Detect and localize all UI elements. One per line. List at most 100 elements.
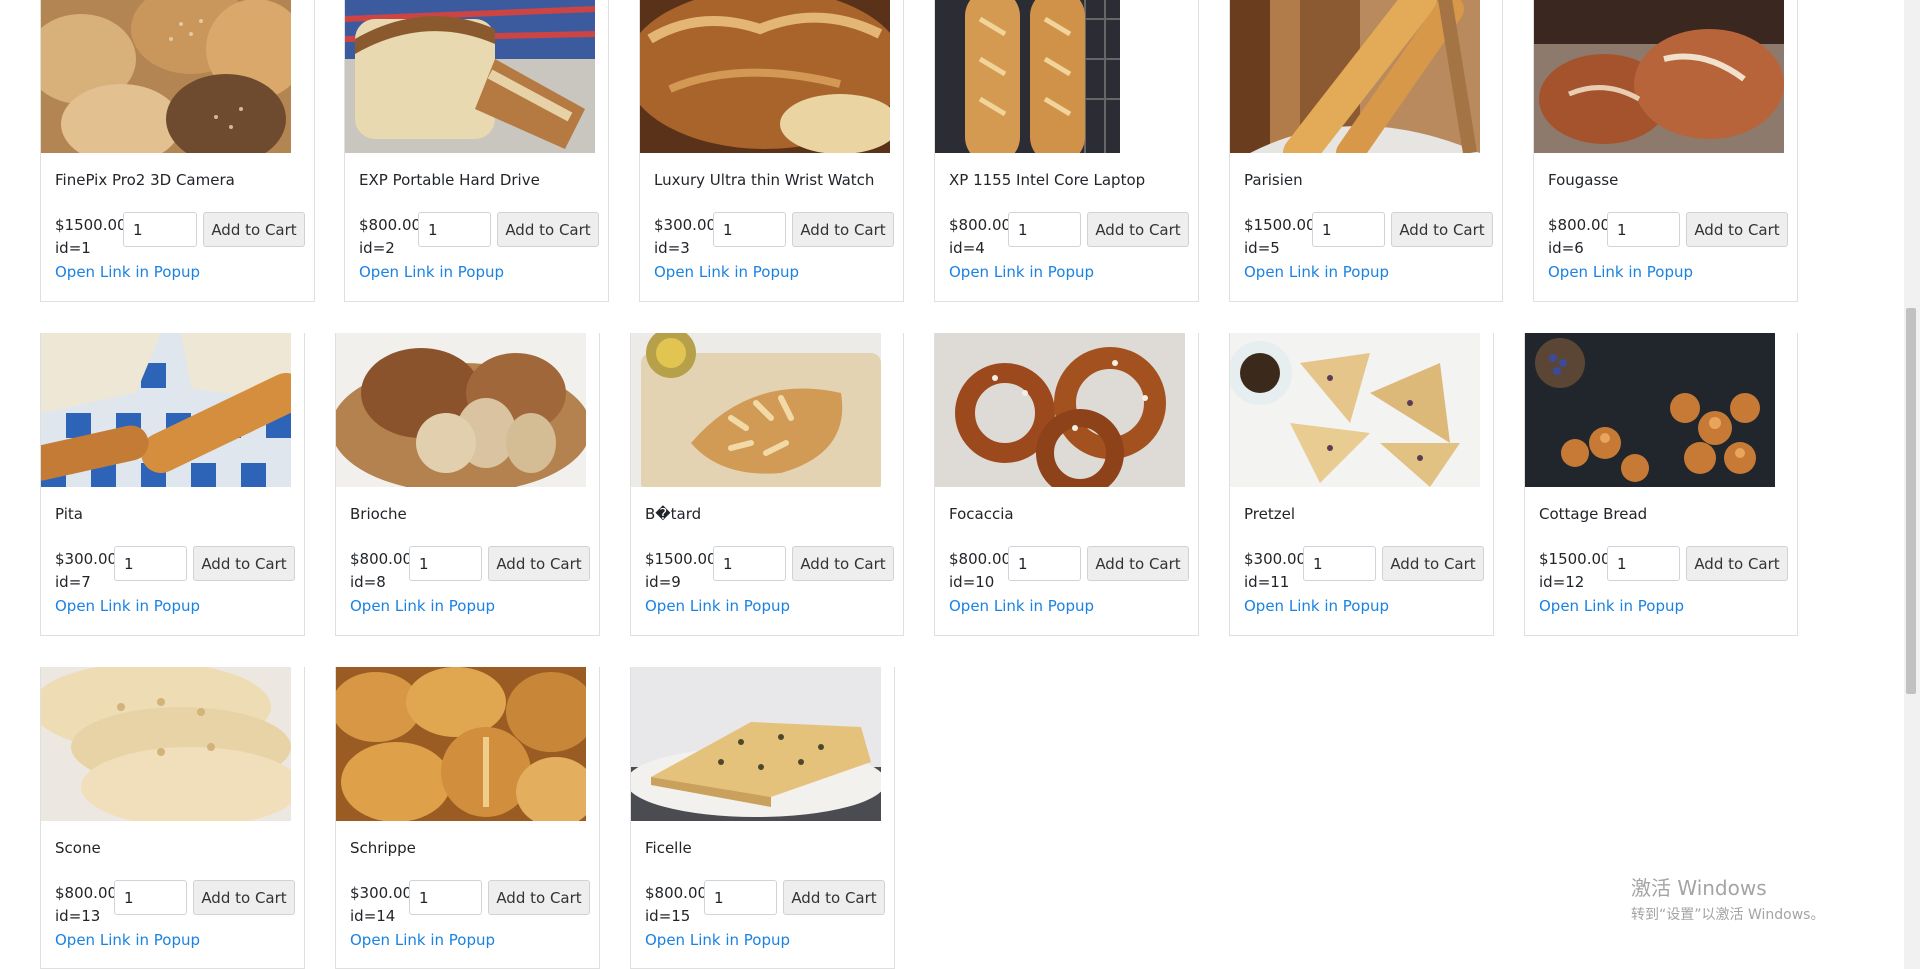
quantity-input[interactable] — [114, 546, 187, 581]
product-price: $1500.00 — [55, 216, 127, 234]
product-card: Pretzel $300.00 Add to Cart id=11 Open Link … — [1229, 333, 1494, 636]
product-image[interactable] — [336, 333, 586, 487]
open-popup-link[interactable]: Open Link in Popup — [645, 597, 790, 615]
product-card: Ficelle $800.00 Add to Cart id=15 Open Link … — [630, 667, 895, 969]
quantity-input[interactable] — [409, 880, 482, 915]
product-name: B�tard — [645, 505, 702, 523]
product-card: Brioche $800.00 Add to Cart id=8 Open Link i… — [335, 333, 600, 636]
quantity-input[interactable] — [418, 212, 491, 247]
product-price: $800.00 — [55, 884, 118, 902]
product-card: Schrippe $300.00 Add to Cart id=14 Open Link… — [335, 667, 600, 969]
product-image[interactable] — [631, 667, 881, 821]
product-card: Cottage Bread $1500.00 Add to Cart id=12 Ope… — [1524, 333, 1798, 636]
product-image[interactable] — [1230, 0, 1480, 153]
quantity-input[interactable] — [1607, 546, 1680, 581]
add-to-cart-button[interactable]: Add to Cart — [488, 546, 590, 581]
quantity-input[interactable] — [1008, 212, 1081, 247]
product-card: EXP Portable Hard Drive $800.00 Add to Car… — [344, 0, 609, 302]
product-price: $800.00 — [359, 216, 422, 234]
quantity-input[interactable] — [713, 212, 786, 247]
open-popup-link[interactable]: Open Link in Popup — [949, 263, 1094, 281]
add-to-cart-button[interactable]: Add to Cart — [1686, 546, 1788, 581]
vertical-scrollbar[interactable] — [1904, 0, 1920, 969]
product-image[interactable] — [631, 333, 881, 487]
open-popup-link[interactable]: Open Link in Popup — [1244, 597, 1389, 615]
product-name: Pita — [55, 505, 83, 523]
open-popup-link[interactable]: Open Link in Popup — [359, 263, 504, 281]
product-image[interactable] — [935, 333, 1185, 487]
quantity-input[interactable] — [114, 880, 187, 915]
open-popup-link[interactable]: Open Link in Popup — [949, 597, 1094, 615]
product-id: id=10 — [949, 573, 995, 591]
product-price: $1500.00 — [1244, 216, 1316, 234]
product-price: $800.00 — [949, 216, 1012, 234]
product-image[interactable] — [1230, 333, 1480, 487]
product-id: id=7 — [55, 573, 91, 591]
quantity-input[interactable] — [1607, 212, 1680, 247]
product-name: Schrippe — [350, 839, 416, 857]
product-image[interactable] — [935, 0, 1185, 153]
product-image[interactable] — [345, 0, 595, 153]
add-to-cart-button[interactable]: Add to Cart — [792, 546, 894, 581]
open-popup-link[interactable]: Open Link in Popup — [645, 931, 790, 949]
product-price: $300.00 — [1244, 550, 1307, 568]
open-popup-link[interactable]: Open Link in Popup — [1244, 263, 1389, 281]
open-popup-link[interactable]: Open Link in Popup — [55, 931, 200, 949]
product-image[interactable] — [41, 667, 291, 821]
quantity-input[interactable] — [704, 880, 777, 915]
open-popup-link[interactable]: Open Link in Popup — [654, 263, 799, 281]
open-popup-link[interactable]: Open Link in Popup — [55, 263, 200, 281]
add-to-cart-button[interactable]: Add to Cart — [1391, 212, 1493, 247]
add-to-cart-button[interactable]: Add to Cart — [1087, 546, 1189, 581]
open-popup-link[interactable]: Open Link in Popup — [1539, 597, 1684, 615]
open-popup-link[interactable]: Open Link in Popup — [350, 597, 495, 615]
product-price: $800.00 — [645, 884, 708, 902]
product-id: id=1 — [55, 239, 91, 257]
quantity-input[interactable] — [409, 546, 482, 581]
product-image[interactable] — [41, 0, 291, 153]
add-to-cart-button[interactable]: Add to Cart — [488, 880, 590, 915]
product-id: id=15 — [645, 907, 691, 925]
add-to-cart-button[interactable]: Add to Cart — [193, 546, 295, 581]
watermark-title: 激活 Windows — [1631, 876, 1767, 900]
product-name: Cottage Bread — [1539, 505, 1648, 523]
product-id: id=11 — [1244, 573, 1290, 591]
product-image[interactable] — [1525, 333, 1775, 487]
open-popup-link[interactable]: Open Link in Popup — [350, 931, 495, 949]
quantity-input[interactable] — [123, 212, 197, 247]
scrollbar-thumb[interactable] — [1906, 308, 1916, 694]
add-to-cart-button[interactable]: Add to Cart — [792, 212, 894, 247]
product-card: Parisien $1500.00 Add to Cart id=5 Open Link… — [1229, 0, 1503, 302]
quantity-input[interactable] — [713, 546, 786, 581]
product-name: Parisien — [1244, 171, 1303, 189]
product-image[interactable] — [336, 667, 586, 821]
add-to-cart-button[interactable]: Add to Cart — [497, 212, 599, 247]
product-image[interactable] — [640, 0, 890, 153]
product-image[interactable] — [1534, 0, 1784, 153]
open-popup-link[interactable]: Open Link in Popup — [55, 597, 200, 615]
product-id: id=5 — [1244, 239, 1280, 257]
product-grid: FinePix Pro2 3D Camera $1500.00 Add to Car… — [0, 0, 1890, 969]
product-price: $800.00 — [350, 550, 413, 568]
product-id: id=6 — [1548, 239, 1584, 257]
product-id: id=4 — [949, 239, 985, 257]
add-to-cart-button[interactable]: Add to Cart — [203, 212, 305, 247]
add-to-cart-button[interactable]: Add to Cart — [1686, 212, 1788, 247]
product-card: XP 1155 Intel Core Laptop $800.00 Add to C… — [934, 0, 1199, 302]
quantity-input[interactable] — [1312, 212, 1385, 247]
product-name: FinePix Pro2 3D Camera — [55, 171, 235, 189]
product-price: $300.00 — [350, 884, 413, 902]
add-to-cart-button[interactable]: Add to Cart — [1382, 546, 1484, 581]
add-to-cart-button[interactable]: Add to Cart — [193, 880, 295, 915]
quantity-input[interactable] — [1303, 546, 1376, 581]
add-to-cart-button[interactable]: Add to Cart — [783, 880, 885, 915]
product-id: id=8 — [350, 573, 386, 591]
product-image[interactable] — [41, 333, 291, 487]
quantity-input[interactable] — [1008, 546, 1081, 581]
product-id: id=9 — [645, 573, 681, 591]
product-price: $800.00 — [1548, 216, 1611, 234]
add-to-cart-button[interactable]: Add to Cart — [1087, 212, 1189, 247]
open-popup-link[interactable]: Open Link in Popup — [1548, 263, 1693, 281]
product-id: id=14 — [350, 907, 396, 925]
product-name: Ficelle — [645, 839, 692, 857]
